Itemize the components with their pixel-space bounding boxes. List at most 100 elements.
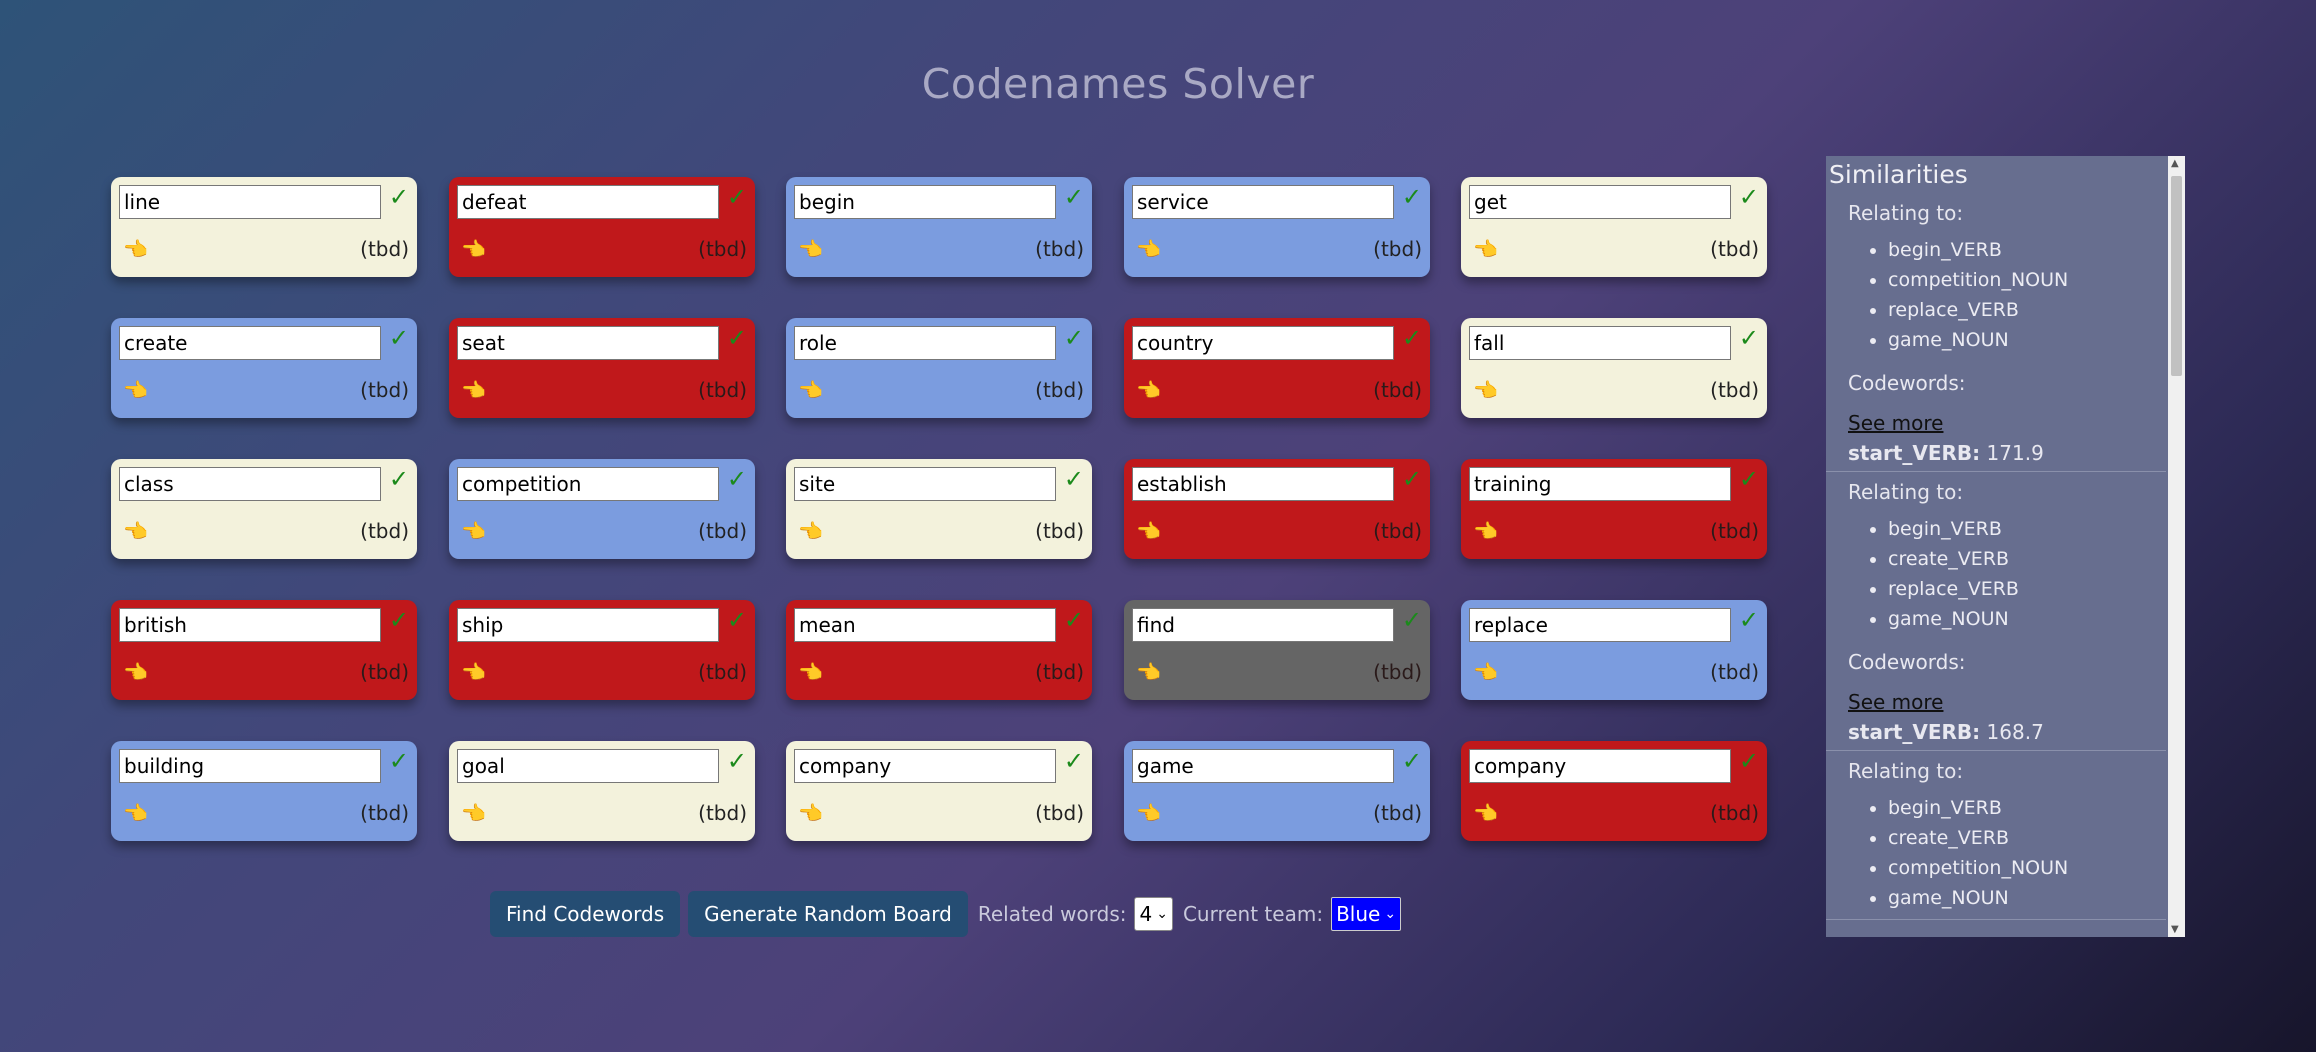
word-card-red[interactable]: british ✓ 👈 (tbd) — [111, 600, 417, 700]
check-icon[interactable]: ✓ — [1739, 465, 1759, 493]
word-card-blue[interactable]: building ✓ 👈 (tbd) — [111, 741, 417, 841]
pointing-hand-icon[interactable]: 👈 — [123, 801, 148, 825]
pointing-hand-icon[interactable]: 👈 — [1473, 801, 1498, 825]
word-input[interactable]: competition — [457, 467, 719, 501]
check-icon[interactable]: ✓ — [1064, 324, 1084, 352]
word-card-blue[interactable]: begin ✓ 👈 (tbd) — [786, 177, 1092, 277]
word-input[interactable]: create — [119, 326, 381, 360]
word-input[interactable]: ship — [457, 608, 719, 642]
pointing-hand-icon[interactable]: 👈 — [461, 801, 486, 825]
check-icon[interactable]: ✓ — [389, 606, 409, 634]
check-icon[interactable]: ✓ — [727, 183, 747, 211]
check-icon[interactable]: ✓ — [1402, 183, 1422, 211]
scroll-down-arrow-icon[interactable]: ▼ — [2171, 924, 2179, 935]
word-card-red[interactable]: training ✓ 👈 (tbd) — [1461, 459, 1767, 559]
check-icon[interactable]: ✓ — [389, 465, 409, 493]
word-card-blue[interactable]: game ✓ 👈 (tbd) — [1124, 741, 1430, 841]
word-input[interactable]: establish — [1132, 467, 1394, 501]
pointing-hand-icon[interactable]: 👈 — [1136, 237, 1161, 261]
see-more-link[interactable]: See more — [1848, 411, 1943, 435]
check-icon[interactable]: ✓ — [1402, 606, 1422, 634]
word-input[interactable]: building — [119, 749, 381, 783]
check-icon[interactable]: ✓ — [1739, 183, 1759, 211]
pointing-hand-icon[interactable]: 👈 — [461, 519, 486, 543]
word-card-red[interactable]: country ✓ 👈 (tbd) — [1124, 318, 1430, 418]
pointing-hand-icon[interactable]: 👈 — [1473, 378, 1498, 402]
pointing-hand-icon[interactable]: 👈 — [798, 237, 823, 261]
word-input[interactable]: service — [1132, 185, 1394, 219]
pointing-hand-icon[interactable]: 👈 — [1136, 801, 1161, 825]
similarities-panel[interactable]: Similarities Relating to:begin_VERBcompe… — [1826, 156, 2185, 937]
pointing-hand-icon[interactable]: 👈 — [798, 378, 823, 402]
check-icon[interactable]: ✓ — [1739, 747, 1759, 775]
check-icon[interactable]: ✓ — [389, 747, 409, 775]
word-card-neutral[interactable]: fall ✓ 👈 (tbd) — [1461, 318, 1767, 418]
check-icon[interactable]: ✓ — [1739, 324, 1759, 352]
word-card-red[interactable]: defeat ✓ 👈 (tbd) — [449, 177, 755, 277]
word-input[interactable]: company — [1469, 749, 1731, 783]
current-team-select[interactable]: Blue ⌄ — [1331, 897, 1402, 931]
pointing-hand-icon[interactable]: 👈 — [123, 519, 148, 543]
word-card-red[interactable]: seat ✓ 👈 (tbd) — [449, 318, 755, 418]
pointing-hand-icon[interactable]: 👈 — [798, 519, 823, 543]
word-card-blue[interactable]: service ✓ 👈 (tbd) — [1124, 177, 1430, 277]
word-input[interactable]: goal — [457, 749, 719, 783]
check-icon[interactable]: ✓ — [1402, 324, 1422, 352]
check-icon[interactable]: ✓ — [727, 465, 747, 493]
word-input[interactable]: role — [794, 326, 1056, 360]
word-input[interactable]: british — [119, 608, 381, 642]
pointing-hand-icon[interactable]: 👈 — [1473, 660, 1498, 684]
word-input[interactable]: fall — [1469, 326, 1731, 360]
check-icon[interactable]: ✓ — [389, 183, 409, 211]
word-card-assassin[interactable]: find ✓ 👈 (tbd) — [1124, 600, 1430, 700]
word-card-neutral[interactable]: get ✓ 👈 (tbd) — [1461, 177, 1767, 277]
pointing-hand-icon[interactable]: 👈 — [1136, 378, 1161, 402]
pointing-hand-icon[interactable]: 👈 — [123, 660, 148, 684]
word-input[interactable]: game — [1132, 749, 1394, 783]
pointing-hand-icon[interactable]: 👈 — [461, 237, 486, 261]
pointing-hand-icon[interactable]: 👈 — [798, 660, 823, 684]
related-words-select[interactable]: 4 ⌄ — [1134, 897, 1173, 931]
check-icon[interactable]: ✓ — [1064, 183, 1084, 211]
word-input[interactable]: line — [119, 185, 381, 219]
word-card-neutral[interactable]: site ✓ 👈 (tbd) — [786, 459, 1092, 559]
pointing-hand-icon[interactable]: 👈 — [1136, 660, 1161, 684]
word-input[interactable]: defeat — [457, 185, 719, 219]
word-card-neutral[interactable]: goal ✓ 👈 (tbd) — [449, 741, 755, 841]
check-icon[interactable]: ✓ — [727, 324, 747, 352]
check-icon[interactable]: ✓ — [1402, 747, 1422, 775]
check-icon[interactable]: ✓ — [1064, 606, 1084, 634]
word-card-red[interactable]: company ✓ 👈 (tbd) — [1461, 741, 1767, 841]
word-input[interactable]: class — [119, 467, 381, 501]
check-icon[interactable]: ✓ — [1402, 465, 1422, 493]
check-icon[interactable]: ✓ — [727, 606, 747, 634]
word-input[interactable]: find — [1132, 608, 1394, 642]
check-icon[interactable]: ✓ — [1064, 747, 1084, 775]
word-card-blue[interactable]: competition ✓ 👈 (tbd) — [449, 459, 755, 559]
generate-random-board-button[interactable]: Generate Random Board — [688, 891, 968, 937]
check-icon[interactable]: ✓ — [1064, 465, 1084, 493]
pointing-hand-icon[interactable]: 👈 — [123, 237, 148, 261]
word-card-neutral[interactable]: class ✓ 👈 (tbd) — [111, 459, 417, 559]
word-input[interactable]: begin — [794, 185, 1056, 219]
word-input[interactable]: mean — [794, 608, 1056, 642]
word-card-red[interactable]: establish ✓ 👈 (tbd) — [1124, 459, 1430, 559]
word-card-blue[interactable]: create ✓ 👈 (tbd) — [111, 318, 417, 418]
pointing-hand-icon[interactable]: 👈 — [1473, 237, 1498, 261]
check-icon[interactable]: ✓ — [727, 747, 747, 775]
pointing-hand-icon[interactable]: 👈 — [1473, 519, 1498, 543]
sidebar-scrollbar[interactable]: ▲ ▼ — [2168, 156, 2185, 937]
word-input[interactable]: replace — [1469, 608, 1731, 642]
check-icon[interactable]: ✓ — [1739, 606, 1759, 634]
pointing-hand-icon[interactable]: 👈 — [461, 660, 486, 684]
scroll-up-arrow-icon[interactable]: ▲ — [2171, 158, 2179, 169]
word-input[interactable]: site — [794, 467, 1056, 501]
find-codewords-button[interactable]: Find Codewords — [490, 891, 681, 937]
word-card-neutral[interactable]: company ✓ 👈 (tbd) — [786, 741, 1092, 841]
scroll-thumb[interactable] — [2171, 176, 2182, 376]
pointing-hand-icon[interactable]: 👈 — [123, 378, 148, 402]
pointing-hand-icon[interactable]: 👈 — [1136, 519, 1161, 543]
word-input[interactable]: get — [1469, 185, 1731, 219]
word-input[interactable]: country — [1132, 326, 1394, 360]
check-icon[interactable]: ✓ — [389, 324, 409, 352]
